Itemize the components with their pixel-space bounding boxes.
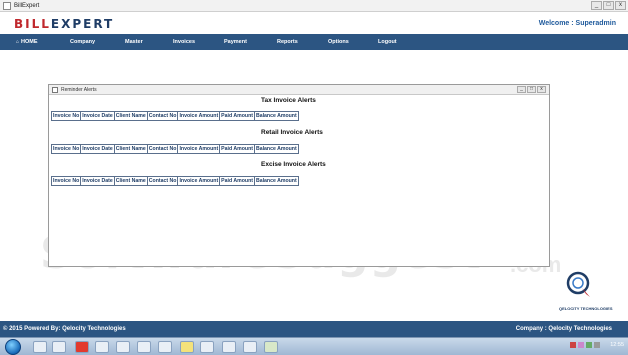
window-titlebar: BillExpert _ □ x: [0, 0, 628, 12]
settings-icon[interactable]: [158, 341, 172, 353]
minimize-button[interactable]: _: [591, 1, 602, 10]
col-invoice-amount: Invoice Amount: [177, 176, 221, 186]
col-client-name: Client Name: [113, 176, 148, 186]
reminder-alerts-window: Reminder Alerts _ □ x Tax Invoice Alerts…: [48, 84, 550, 267]
volume-icon[interactable]: [594, 342, 601, 348]
col-invoice-amount: Invoice Amount: [177, 111, 221, 121]
retail-invoice-alerts-title: Retail Invoice Alerts: [261, 129, 323, 136]
app-window-icon[interactable]: [200, 341, 214, 353]
tax-invoice-alerts-title: Tax Invoice Alerts: [261, 97, 316, 104]
ie-icon[interactable]: [33, 341, 47, 353]
system-tray: 12:55: [570, 342, 624, 348]
col-invoice-date: Invoice Date: [80, 176, 115, 186]
billexpert-logo: BILLEXPERT: [14, 17, 114, 31]
window-title: BillExpert: [14, 2, 40, 9]
logo-bill: BILL: [14, 17, 51, 31]
tax-invoice-table: Invoice No Invoice Date Client Name Cont…: [50, 111, 299, 121]
app-icon: [3, 1, 11, 10]
table-header-row: Invoice No Invoice Date Client Name Cont…: [50, 111, 299, 121]
maximize-button[interactable]: □: [603, 1, 614, 10]
col-client-name: Client Name: [113, 144, 148, 154]
nav-payment[interactable]: Payment: [224, 39, 247, 45]
reminder-minimize-button[interactable]: _: [517, 86, 526, 93]
col-invoice-no: Invoice No: [50, 176, 82, 186]
nav-master[interactable]: Master: [125, 39, 143, 45]
col-contact-no: Contact No: [146, 176, 179, 186]
col-invoice-no: Invoice No: [50, 144, 82, 154]
document-icon[interactable]: [116, 341, 130, 353]
network-icon[interactable]: [586, 342, 593, 348]
ie-window-icon[interactable]: [243, 341, 257, 353]
powered-by-text: © 2015 Powered By: Qelocity Technologies: [3, 326, 126, 332]
col-contact-no: Contact No: [146, 144, 179, 154]
retail-invoice-table: Invoice No Invoice Date Client Name Cont…: [50, 144, 299, 154]
table-header-row: Invoice No Invoice Date Client Name Cont…: [50, 144, 299, 154]
main-navbar: ⌂ HOME Company Master Invoices Payment Re…: [0, 34, 628, 50]
nav-logout[interactable]: Logout: [378, 39, 397, 45]
qelocity-logo-icon: [566, 271, 590, 297]
nav-invoices[interactable]: Invoices: [173, 39, 195, 45]
window-controls: _ □ x: [591, 1, 626, 10]
excise-invoice-alerts-title: Excise Invoice Alerts: [261, 161, 326, 168]
media-player-icon[interactable]: [52, 341, 66, 353]
reminder-close-button[interactable]: x: [537, 86, 546, 93]
note-icon[interactable]: [180, 341, 194, 353]
taskbar-clock[interactable]: 12:55: [610, 342, 624, 348]
col-paid-amount: Paid Amount: [219, 144, 255, 154]
col-balance-amount: Balance Amount: [253, 144, 299, 154]
billexpert-taskbar-icon[interactable]: [264, 341, 278, 353]
col-paid-amount: Paid Amount: [219, 176, 255, 186]
windows-start-icon[interactable]: [5, 339, 21, 355]
col-invoice-date: Invoice Date: [80, 144, 115, 154]
reminder-titlebar: Reminder Alerts _ □ x: [49, 85, 549, 95]
table-header-row: Invoice No Invoice Date Client Name Cont…: [50, 176, 299, 186]
col-client-name: Client Name: [113, 111, 148, 121]
welcome-text: Welcome : Superadmin: [538, 20, 616, 27]
nav-company[interactable]: Company: [70, 39, 95, 45]
col-invoice-date: Invoice Date: [80, 111, 115, 121]
col-invoice-amount: Invoice Amount: [177, 144, 221, 154]
col-invoice-no: Invoice No: [50, 111, 82, 121]
app-header: BILLEXPERT Welcome : Superadmin: [0, 12, 628, 34]
folder-icon[interactable]: [95, 341, 109, 353]
col-contact-no: Contact No: [146, 111, 179, 121]
reminder-maximize-button[interactable]: □: [527, 86, 536, 93]
col-paid-amount: Paid Amount: [219, 111, 255, 121]
nav-reports[interactable]: Reports: [277, 39, 298, 45]
col-balance-amount: Balance Amount: [253, 176, 299, 186]
company-name-text: Company : Qelocity Technologies: [515, 326, 612, 332]
calculator-icon[interactable]: [222, 341, 236, 353]
os-taskbar: 12:55: [0, 337, 628, 355]
company-logo-text: QELOCITY TECHNOLOGIES: [559, 306, 613, 311]
tray-icon[interactable]: [578, 342, 585, 348]
tray-icon[interactable]: [570, 342, 577, 348]
nav-options[interactable]: Options: [328, 39, 349, 45]
col-balance-amount: Balance Amount: [253, 111, 299, 121]
app-footer: © 2015 Powered By: Qelocity Technologies…: [0, 321, 628, 337]
opera-icon[interactable]: [75, 341, 89, 353]
home-icon: ⌂: [16, 39, 20, 45]
excise-invoice-table: Invoice No Invoice Date Client Name Cont…: [50, 176, 299, 186]
reminder-window-controls: _ □ x: [517, 86, 546, 93]
reminder-title: Reminder Alerts: [61, 86, 97, 93]
document-icon: [52, 86, 58, 93]
nav-home[interactable]: ⌂ HOME: [16, 39, 38, 45]
logo-expert: EXPERT: [50, 17, 115, 31]
chrome-icon[interactable]: [137, 341, 151, 353]
close-button[interactable]: x: [615, 1, 626, 10]
